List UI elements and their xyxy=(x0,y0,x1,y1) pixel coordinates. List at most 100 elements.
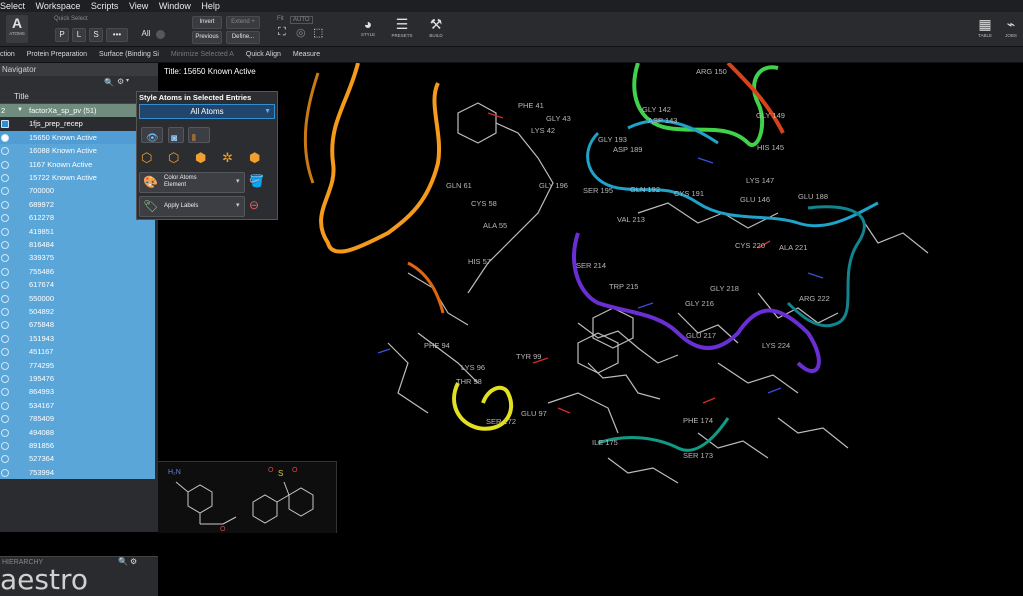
include-toggle[interactable] xyxy=(1,361,9,370)
include-toggle[interactable] xyxy=(1,348,9,357)
entry-row[interactable]: 15722 Known Active xyxy=(0,171,155,185)
title-column-header[interactable]: Title xyxy=(0,90,158,104)
build-button[interactable]: ⚒ BUILD xyxy=(424,16,448,38)
atoms-button[interactable]: A ATOMS xyxy=(6,15,28,43)
include-toggle[interactable] xyxy=(1,308,9,316)
search-icon[interactable]: 🔍 xyxy=(104,78,114,87)
entry-row[interactable]: 612278 xyxy=(0,211,155,225)
include-toggle[interactable] xyxy=(1,294,9,303)
menu-select[interactable]: Select xyxy=(0,1,25,11)
include-toggle[interactable] xyxy=(1,281,9,290)
toggle-icon[interactable] xyxy=(156,30,165,39)
task-item-minimize[interactable]: Minimize Selected A xyxy=(171,51,234,58)
menu-view[interactable]: View xyxy=(129,1,148,11)
color-atoms-button[interactable]: 🎨 Color Atoms Element xyxy=(139,172,245,193)
fit-selection-icon[interactable]: ◎ xyxy=(296,26,306,39)
entry-row[interactable]: 753994 xyxy=(0,465,155,480)
gear-icon[interactable]: ⚙ xyxy=(117,77,124,86)
entry-row[interactable]: 700000 xyxy=(0,184,155,198)
atom-scope-select[interactable]: All Atoms ▼ xyxy=(139,104,275,119)
include-toggle[interactable] xyxy=(1,133,9,142)
include-toggle[interactable] xyxy=(1,147,9,156)
table-button[interactable]: ▦ TABLE xyxy=(974,16,996,38)
menu-help[interactable]: Help xyxy=(201,1,220,11)
include-toggle[interactable] xyxy=(1,254,9,263)
style-button[interactable]: ◕ STYLE xyxy=(356,16,380,37)
entry-row[interactable]: 1167 Known Active xyxy=(0,157,155,171)
jobs-button[interactable]: ⌁ JOBS xyxy=(1000,16,1022,38)
include-toggle[interactable] xyxy=(1,388,9,397)
paint-bucket-icon[interactable]: 🪣 xyxy=(249,174,264,188)
labels-dropdown-icon[interactable]: ▾ xyxy=(236,201,240,209)
entry-row[interactable]: 494088 xyxy=(0,425,155,439)
entry-row[interactable]: 675848 xyxy=(0,318,155,332)
ribbon-style-button[interactable]: 👁 xyxy=(141,127,163,144)
include-toggle[interactable] xyxy=(1,455,9,464)
collapse-arrow-icon[interactable]: ▼ xyxy=(17,104,23,117)
include-toggle[interactable] xyxy=(1,321,9,330)
hierarchy-search-icon[interactable]: 🔍 xyxy=(118,557,128,566)
ball-stick-icon[interactable]: ⬢ xyxy=(195,150,206,166)
hierarchy-gear-icon[interactable]: ⚙ xyxy=(130,557,137,566)
entry-row[interactable]: 550000 xyxy=(0,291,155,305)
task-item-surface[interactable]: Surface (Binding Si xyxy=(99,51,159,58)
entry-row[interactable]: 15650 Known Active xyxy=(0,130,155,145)
entry-row[interactable]: 689972 xyxy=(0,197,155,212)
tube-hex-icon[interactable]: ⬡ xyxy=(168,150,179,166)
menu-scripts[interactable]: Scripts xyxy=(91,1,119,11)
task-item-reaction[interactable]: ction xyxy=(0,51,15,58)
fit-screen-icon[interactable]: ⛶ xyxy=(278,26,286,39)
include-toggle[interactable] xyxy=(1,334,9,343)
entry-row[interactable]: 504892 xyxy=(0,305,155,319)
include-toggle[interactable] xyxy=(1,227,9,236)
include-toggle[interactable] xyxy=(1,442,9,450)
auto-fit-toggle[interactable]: AUTO xyxy=(290,16,313,24)
entry-row[interactable]: 891856 xyxy=(0,439,155,453)
menu-workspace[interactable]: Workspace xyxy=(36,1,81,11)
entry-row[interactable]: 527364 xyxy=(0,452,155,466)
entry-row[interactable]: 16088 Known Active xyxy=(0,144,155,158)
apply-labels-button[interactable]: 🏷 Apply Labels xyxy=(139,196,245,217)
include-toggle[interactable] xyxy=(1,401,9,410)
entry-row[interactable]: 755486 xyxy=(0,264,155,279)
color-dropdown-icon[interactable]: ▾ xyxy=(236,177,240,185)
define-button[interactable]: Define... xyxy=(226,31,260,44)
entry-row[interactable]: 339375 xyxy=(0,251,155,265)
entry-row[interactable]: 1fjs_prep_recep xyxy=(0,117,155,131)
extend-button[interactable]: Extend + xyxy=(226,16,260,29)
task-item-measure[interactable]: Measure xyxy=(293,51,320,58)
entry-row[interactable]: 151943 xyxy=(0,331,155,346)
select-all-button[interactable]: All xyxy=(137,28,155,40)
task-item-quick-align[interactable]: Quick Align xyxy=(246,51,281,58)
select-protein-button[interactable]: P xyxy=(55,28,69,42)
include-toggle[interactable] xyxy=(1,415,9,424)
include-toggle[interactable] xyxy=(1,200,9,209)
include-toggle[interactable] xyxy=(1,214,9,223)
more-select-button[interactable]: ••• xyxy=(106,28,128,42)
surface-style-button[interactable]: ◙ xyxy=(168,127,184,144)
entry-row[interactable]: 534167 xyxy=(0,398,155,413)
include-toggle[interactable] xyxy=(1,428,9,437)
previous-button[interactable]: Previous xyxy=(192,31,222,44)
cpk-icon[interactable]: ✲ xyxy=(222,150,233,166)
bond-style-button[interactable]: ⫴ xyxy=(188,127,210,143)
include-toggle[interactable] xyxy=(1,241,9,249)
group-row[interactable]: 2 ▼ factorXa_sp_pv (51) xyxy=(0,104,155,118)
include-toggle[interactable] xyxy=(1,120,9,129)
menu-window[interactable]: Window xyxy=(159,1,191,11)
remove-labels-icon[interactable]: ⊖ xyxy=(249,198,259,212)
entry-row[interactable]: 864993 xyxy=(0,385,155,399)
include-toggle[interactable] xyxy=(1,468,9,477)
include-toggle[interactable] xyxy=(1,267,9,276)
entry-row[interactable]: 785409 xyxy=(0,412,155,426)
entry-row[interactable]: 617674 xyxy=(0,278,155,292)
include-toggle[interactable] xyxy=(1,187,9,196)
entry-row[interactable]: 195476 xyxy=(0,372,155,386)
select-ligand-button[interactable]: L xyxy=(72,28,86,42)
select-solvent-button[interactable]: S xyxy=(89,28,103,42)
entry-row[interactable]: 774295 xyxy=(0,358,155,372)
entry-row[interactable]: 419851 xyxy=(0,224,155,238)
workspace-viewport[interactable]: Title: 15650 Known Active ARG 150 PHE 41 G… xyxy=(158,63,1023,533)
fit-frame-icon[interactable]: ⬚ xyxy=(313,26,323,39)
wire-hex-icon[interactable]: ⬡ xyxy=(141,150,152,166)
